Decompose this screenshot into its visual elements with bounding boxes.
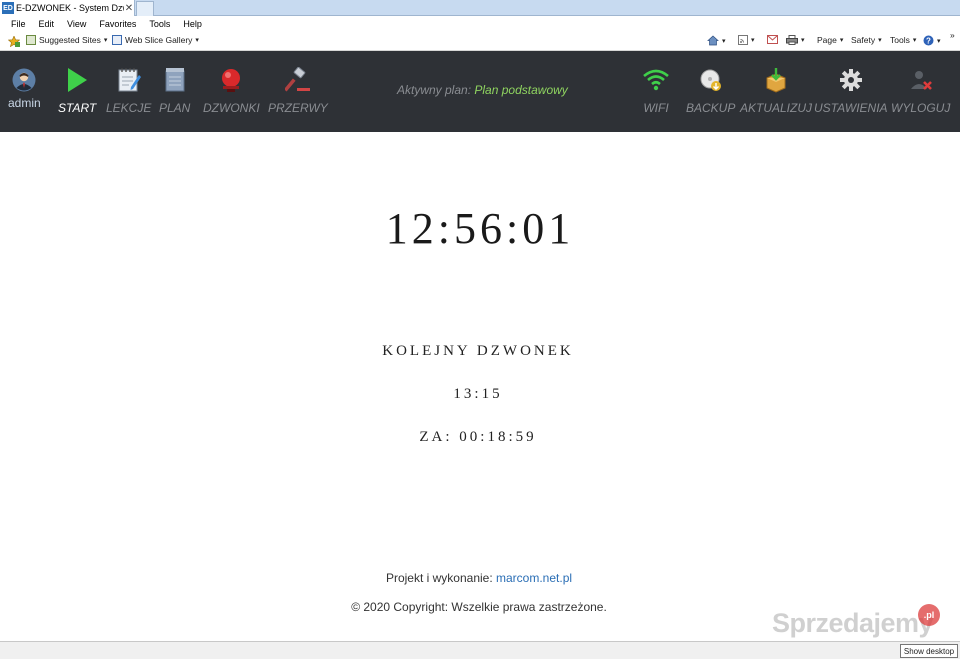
browser-tab[interactable]: ED E-DZWONEK - System Dzw... ✕ bbox=[0, 0, 135, 16]
new-tab-button[interactable] bbox=[136, 1, 154, 16]
credit-link[interactable]: marcom.net.pl bbox=[496, 571, 572, 585]
help-menu-button[interactable]: ? ▾ bbox=[923, 35, 941, 46]
nav-przerwy[interactable]: PRZERWY bbox=[268, 65, 328, 115]
svg-text:?: ? bbox=[926, 36, 931, 45]
gear-icon bbox=[839, 69, 862, 91]
menu-view[interactable]: View bbox=[67, 19, 86, 29]
nav-ustawienia[interactable]: USTAWIENIA bbox=[814, 65, 888, 115]
app-navbar: admin START LEKCJE PLAN DZWONKI PRZERWY … bbox=[0, 51, 960, 132]
menu-help[interactable]: Help bbox=[183, 19, 202, 29]
chevron-down-icon: ▾ bbox=[103, 37, 108, 44]
credit-line: Projekt i wykonanie: marcom.net.pl bbox=[0, 571, 958, 585]
more-commands-button[interactable]: » bbox=[950, 30, 955, 40]
page-menu-button[interactable]: Page ▾ bbox=[817, 35, 843, 45]
update-box-icon bbox=[766, 68, 786, 93]
nav-plan[interactable]: PLAN bbox=[159, 65, 190, 115]
menu-edit[interactable]: Edit bbox=[39, 19, 55, 29]
notepad-icon bbox=[118, 68, 141, 92]
nav-wifi[interactable]: WIFI bbox=[643, 65, 669, 115]
user-name: admin bbox=[8, 96, 41, 110]
menu-bar: File Edit View Favorites Tools Help bbox=[0, 16, 960, 32]
active-plan-name[interactable]: Plan podstawowy bbox=[474, 83, 567, 97]
browser-tab-strip: ED E-DZWONEK - System Dzw... ✕ bbox=[0, 0, 960, 16]
mail-icon bbox=[767, 35, 778, 44]
read-mail-button[interactable] bbox=[767, 35, 778, 44]
play-icon bbox=[68, 68, 88, 92]
watermark: Sprzedajemy bbox=[772, 608, 934, 638]
nav-backup[interactable]: BACKUP bbox=[686, 65, 735, 115]
browser-status-bar bbox=[0, 641, 960, 659]
backup-disk-icon bbox=[700, 69, 721, 91]
nav-wyloguj[interactable]: WYLOGUJ bbox=[891, 65, 950, 115]
next-bell-time: 13:15 bbox=[453, 386, 503, 402]
tools-menu-button[interactable]: Tools ▾ bbox=[890, 35, 916, 45]
chevron-down-icon: ▾ bbox=[195, 37, 199, 44]
credit-label: Projekt i wykonanie: bbox=[385, 571, 493, 585]
rss-icon bbox=[738, 35, 748, 45]
gavel-icon bbox=[284, 67, 310, 92]
menu-file[interactable]: File bbox=[11, 19, 26, 29]
feeds-button[interactable]: ▾ bbox=[738, 35, 755, 45]
show-desktop-tooltip: Show desktop bbox=[900, 644, 958, 658]
menu-favorites[interactable]: Favorites bbox=[99, 19, 136, 29]
nav-dzwonki[interactable]: DZWONKI bbox=[203, 65, 260, 115]
active-plan: Aktywny plan: Plan podstawowy bbox=[397, 83, 568, 97]
safety-menu-button[interactable]: Safety ▾ bbox=[851, 35, 882, 45]
logout-user-icon bbox=[910, 71, 932, 90]
watermark-badge: .pl bbox=[918, 604, 940, 626]
favorites-bar: Suggested Sites ▾ Web Slice Gallery ▾ ▾ … bbox=[0, 30, 960, 51]
printer-icon bbox=[786, 35, 798, 45]
countdown: ZA: 00:18:59 bbox=[419, 429, 537, 445]
tab-title: E-DZWONEK - System Dzw... bbox=[16, 3, 124, 13]
suggested-sites-link[interactable]: Suggested Sites ▾ bbox=[26, 35, 107, 45]
user-menu[interactable]: admin bbox=[8, 67, 41, 110]
calendar-icon bbox=[165, 68, 185, 92]
web-slice-gallery-link[interactable]: Web Slice Gallery ▾ bbox=[112, 35, 199, 45]
home-button[interactable]: ▾ bbox=[707, 35, 726, 46]
nav-lekcje[interactable]: LEKCJE bbox=[106, 65, 151, 115]
web-slice-icon bbox=[112, 35, 122, 45]
nav-start[interactable]: START bbox=[58, 65, 96, 115]
site-favicon-icon: ED bbox=[2, 2, 14, 14]
wifi-icon bbox=[643, 69, 669, 91]
menu-tools[interactable]: Tools bbox=[149, 19, 170, 29]
home-icon bbox=[707, 35, 719, 46]
next-bell-label: KOLEJNY DZWONEK bbox=[382, 343, 574, 359]
print-button[interactable]: ▾ bbox=[786, 35, 805, 45]
user-avatar-icon bbox=[12, 68, 36, 92]
current-time: 12:56:01 bbox=[385, 204, 575, 253]
bell-icon bbox=[222, 69, 241, 92]
help-icon: ? bbox=[923, 35, 934, 46]
tab-close-icon[interactable]: ✕ bbox=[124, 3, 134, 14]
favorites-star-icon[interactable] bbox=[8, 36, 20, 47]
active-plan-label: Aktywny plan: bbox=[397, 83, 472, 97]
nav-aktualizuj[interactable]: AKTUALIZUJ bbox=[740, 65, 812, 115]
suggested-sites-icon bbox=[26, 35, 36, 45]
